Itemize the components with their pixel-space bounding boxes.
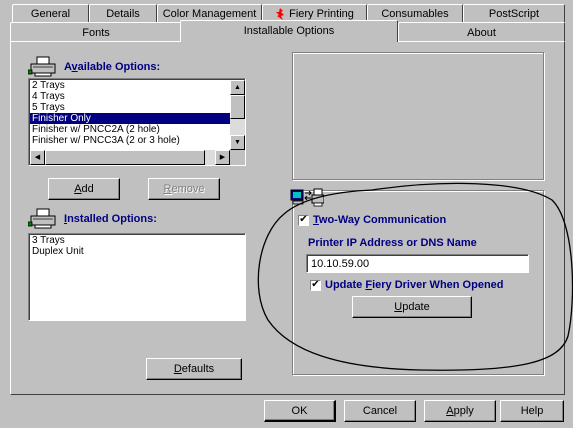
remove-button[interactable]: Remove [148, 178, 220, 200]
printer-icon [28, 208, 56, 229]
tab-label: General [30, 7, 71, 20]
tab-about[interactable]: About [398, 22, 565, 42]
installed-options-label: Installed Options: [28, 208, 157, 230]
tab-installable-options[interactable]: Installable Options [180, 20, 398, 42]
scroll-thumb[interactable] [45, 150, 205, 165]
list-item[interactable]: Finisher w/ PNCC3A (2 or 3 hole) [30, 135, 230, 146]
apply-button[interactable]: Apply [424, 400, 496, 422]
tab-postscript[interactable]: PostScript [463, 4, 565, 22]
tab-label: Consumables [381, 7, 449, 20]
list-item[interactable]: 2 Trays [30, 80, 230, 91]
scroll-thumb[interactable] [230, 95, 245, 119]
label-part: efaults [181, 363, 215, 375]
available-options-label: Available Options: [28, 56, 160, 78]
label-part: A [64, 61, 72, 73]
update-button[interactable]: Update [352, 296, 472, 318]
scrollbar-corner [230, 150, 245, 165]
list-item[interactable]: 3 Trays [30, 235, 244, 246]
tab-fonts[interactable]: Fonts [10, 22, 182, 42]
available-options-text: Available Options: [64, 61, 160, 73]
scroll-down-arrow-icon[interactable]: ▼ [230, 135, 245, 150]
tab-label: Installable Options [243, 25, 335, 37]
two-way-communication-label: Two-Way Communication [313, 214, 446, 226]
label-part: pply [453, 405, 474, 417]
label-part: wo-Way Communication [318, 214, 447, 226]
printer-ip-label: Printer IP Address or DNS Name [308, 237, 477, 249]
label-part: iery Driver When Opened [372, 279, 504, 291]
label-mnemonic: A [74, 183, 82, 195]
two-way-communication-checkbox-row[interactable]: ✔ Two-Way Communication [298, 214, 450, 226]
installed-options-list[interactable]: 3 Trays Duplex Unit [28, 233, 246, 321]
installed-options-text: Installed Options: [64, 213, 157, 225]
label-mnemonic: A [446, 405, 454, 417]
tab-label: About [467, 26, 496, 39]
tab-label: PostScript [488, 7, 540, 20]
tab-label: Color Management [162, 7, 257, 20]
tab-label: Details [106, 7, 140, 20]
label-part: pdate [402, 301, 430, 313]
defaults-button[interactable]: Defaults [146, 358, 242, 380]
scroll-left-arrow-icon[interactable]: ◀ [30, 150, 45, 165]
label-mnemonic: U [394, 301, 403, 313]
scroll-right-arrow-icon[interactable]: ▶ [215, 150, 230, 165]
help-button[interactable]: Help [500, 400, 564, 422]
printer-ip-input[interactable]: 10.10.59.00 [306, 254, 529, 273]
cancel-button[interactable]: Cancel [344, 400, 416, 422]
add-button[interactable]: Add [48, 178, 120, 200]
tab-general[interactable]: General [12, 4, 89, 22]
two-way-communication-icon [290, 188, 324, 207]
tab-label: Fonts [82, 26, 110, 39]
label-part: dd [81, 183, 94, 195]
label-part: nstalled Options: [67, 213, 157, 225]
scroll-up-arrow-icon[interactable]: ▲ [230, 80, 245, 95]
list-item[interactable]: 5 Trays [30, 102, 230, 113]
tab-label: Fiery Printing [289, 7, 354, 20]
list-item[interactable]: Finisher w/ PNCC2A (2 hole) [30, 124, 230, 135]
two-way-communication-checkbox[interactable]: ✔ [298, 214, 309, 226]
label-mnemonic: R [163, 183, 172, 195]
ok-button[interactable]: OK [264, 400, 336, 422]
label-part: ailable Options: [77, 61, 161, 73]
printer-properties-dialog: General Details Color Management Fiery P… [0, 0, 573, 428]
label-part: OK [291, 404, 308, 417]
printer-icon [28, 56, 56, 77]
label-part: Update [325, 279, 366, 291]
label-part: Cancel [362, 405, 398, 417]
checkmark-icon: ✔ [299, 214, 308, 225]
label-mnemonic: D [173, 363, 182, 375]
label-part: emove [171, 183, 205, 195]
printer-ip-value: 10.10.59.00 [311, 257, 370, 270]
update-fiery-driver-checkbox-row[interactable]: ✔ Update Fiery Driver When Opened [310, 279, 504, 291]
list-item[interactable]: 4 Trays [30, 91, 230, 102]
update-fiery-driver-label: Update Fiery Driver When Opened [325, 279, 504, 291]
update-fiery-driver-checkbox[interactable]: ✔ [310, 279, 321, 291]
option-description-box [292, 52, 544, 180]
tab-details[interactable]: Details [89, 4, 157, 22]
horizontal-scrollbar[interactable]: ◀ ▶ [30, 150, 230, 165]
list-item[interactable]: Duplex Unit [30, 246, 244, 257]
available-options-list[interactable]: 2 Trays 4 Trays 5 Trays Finisher Only Fi… [28, 78, 246, 166]
label-part: Help [520, 405, 544, 417]
list-item-selected[interactable]: Finisher Only [30, 113, 230, 124]
vertical-scrollbar[interactable]: ▲ ▼ [230, 80, 245, 150]
checkmark-icon: ✔ [311, 279, 320, 290]
fiery-flame-icon [276, 7, 285, 20]
